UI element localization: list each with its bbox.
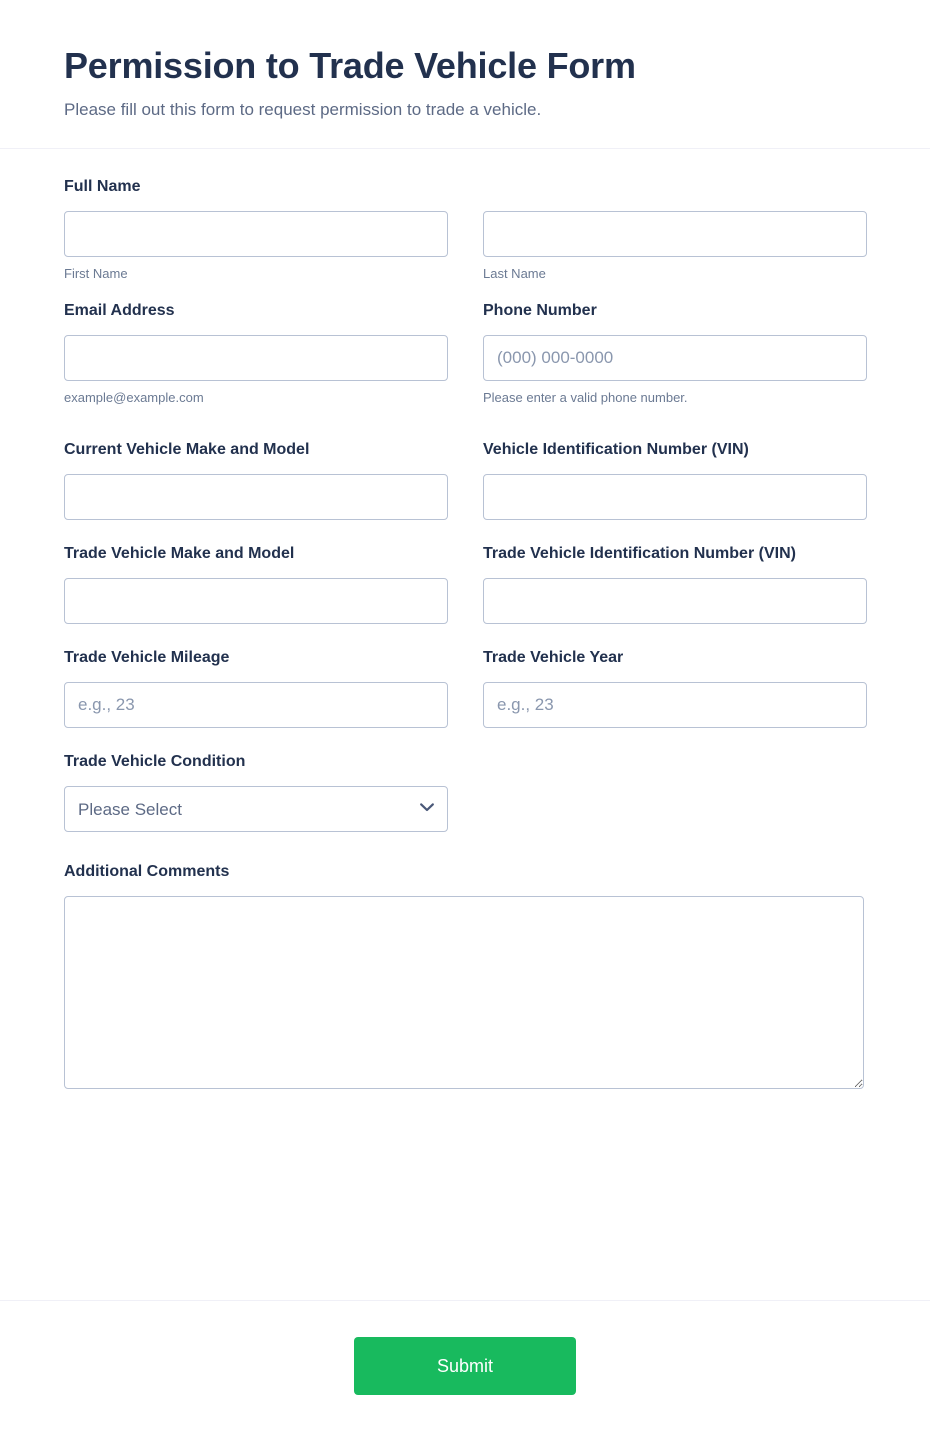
trade-condition-select-wrap: Please Select — [64, 786, 448, 832]
label-additional-comments: Additional Comments — [64, 863, 230, 880]
form-footer: Submit — [0, 1300, 930, 1446]
sub-label-last-name: Last Name — [483, 266, 546, 281]
submit-button[interactable]: Submit — [354, 1337, 576, 1395]
field-group-email: Email Address example@example.com — [64, 299, 448, 407]
label-trade-year: Trade Vehicle Year — [483, 649, 624, 666]
label-current-vehicle: Current Vehicle Make and Model — [64, 441, 310, 458]
trade-vehicle-input[interactable] — [64, 578, 448, 624]
label-current-vin: Vehicle Identification Number (VIN) — [483, 441, 749, 458]
full-name-last-col: Last Name — [483, 199, 867, 283]
page-title: Permission to Trade Vehicle Form — [64, 45, 636, 86]
additional-comments-textarea[interactable] — [64, 896, 864, 1089]
field-group-trade-vehicle: Trade Vehicle Make and Model — [64, 542, 448, 624]
trade-condition-select[interactable]: Please Select — [64, 786, 448, 832]
label-trade-vin: Trade Vehicle Identification Number (VIN… — [483, 545, 796, 562]
label-email-address: Email Address — [64, 302, 175, 319]
label-trade-vehicle: Trade Vehicle Make and Model — [64, 545, 295, 562]
email-input[interactable] — [64, 335, 448, 381]
phone-input[interactable] — [483, 335, 867, 381]
label-trade-mileage: Trade Vehicle Mileage — [64, 649, 230, 666]
trade-year-input[interactable] — [483, 682, 867, 728]
field-group-comments: Additional Comments — [64, 860, 866, 1089]
form-header: Permission to Trade Vehicle Form Please … — [0, 0, 930, 149]
full-name-row: First Name Last Name — [64, 199, 867, 283]
field-group-current-vehicle: Current Vehicle Make and Model — [64, 438, 448, 520]
field-group-trade-mileage: Trade Vehicle Mileage — [64, 646, 448, 728]
sub-label-first-name: First Name — [64, 266, 128, 281]
trade-condition-row: Trade Vehicle Condition Please Select — [64, 750, 864, 832]
trade-mileage-input[interactable] — [64, 682, 448, 728]
label-full-name: Full Name — [64, 178, 141, 195]
trade-vin-input[interactable] — [483, 578, 867, 624]
trade-meta-row: Trade Vehicle Mileage Trade Vehicle Year — [64, 646, 867, 728]
field-group-trade-condition: Trade Vehicle Condition Please Select — [64, 750, 448, 832]
field-group-full-name: Full Name First Name Last Name — [64, 175, 867, 283]
label-trade-condition: Trade Vehicle Condition — [64, 753, 246, 770]
label-phone-number: Phone Number — [483, 302, 597, 319]
full-name-first-col: First Name — [64, 199, 448, 283]
first-name-input[interactable] — [64, 211, 448, 257]
form-body: Full Name First Name Last Name Email Add… — [0, 149, 930, 1089]
field-group-trade-vin: Trade Vehicle Identification Number (VIN… — [483, 542, 867, 624]
last-name-input[interactable] — [483, 211, 867, 257]
trade-vehicle-row: Trade Vehicle Make and Model Trade Vehic… — [64, 542, 867, 624]
current-vin-input[interactable] — [483, 474, 867, 520]
current-vehicle-row: Current Vehicle Make and Model Vehicle I… — [64, 438, 867, 520]
form-page: Permission to Trade Vehicle Form Please … — [0, 0, 930, 1446]
sub-label-email: example@example.com — [64, 390, 204, 405]
field-group-trade-year: Trade Vehicle Year — [483, 646, 867, 728]
field-group-current-vin: Vehicle Identification Number (VIN) — [483, 438, 867, 520]
contact-row: Email Address example@example.com Phone … — [64, 299, 867, 407]
field-group-phone: Phone Number Please enter a valid phone … — [483, 299, 867, 407]
page-subtitle: Please fill out this form to request per… — [64, 100, 542, 119]
sub-label-phone: Please enter a valid phone number. — [483, 390, 688, 405]
current-vehicle-input[interactable] — [64, 474, 448, 520]
